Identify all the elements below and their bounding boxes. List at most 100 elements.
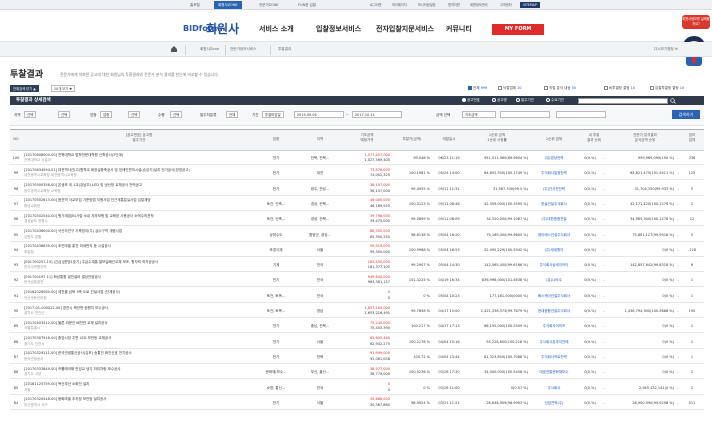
cell-title[interactable]: [20170403412-00] 물론 외문관 배전반 교체 설치공사 (24, 321, 254, 326)
toggle-search-button[interactable]: 전체검색 닫기 ▲ (10, 85, 39, 92)
cell-reg: 서울 (316, 400, 324, 405)
filter-bid-checkbox[interactable]: 입찰투결정 결정 10 (650, 85, 684, 91)
amount-min-input[interactable] (500, 111, 550, 118)
cell-my: 0(0.%) (584, 385, 596, 390)
filter-analysis-checkbox[interactable]: 직업 분석 대상 50 (544, 85, 576, 91)
radio-notice-no[interactable]: 공고번호 (462, 98, 480, 103)
tab-home-portal[interactable]: 홈포털 (186, 1, 204, 9)
amount-max-input[interactable] (556, 111, 606, 118)
tab-expert-zone[interactable]: 전문가ZONE (255, 1, 283, 9)
cell-title[interactable]: [20170634594-01] 대전역사선(고)원학교 화장실증축공사 및 장… (24, 168, 254, 173)
cell-title[interactable]: [20170307916-00] 중앙시장 주변 LED 보안등 교체공사 (24, 336, 254, 341)
cell-date: 05/04 16:20 (438, 232, 460, 237)
breadcrumb-replay-link[interactable]: 다시보기평정 ⊕ (654, 47, 678, 52)
cell-firstco[interactable]: 주식회사온추이안레 (528, 340, 580, 345)
date-to-input[interactable]: 2017-10-11 (352, 111, 402, 118)
select-amount-type[interactable]: 기초금액 (462, 111, 496, 118)
cell-title[interactable]: [20161125759-00] 복산부산 소화전 설치 (24, 382, 254, 387)
cell-ind: 전기 (272, 339, 280, 344)
cell-title[interactable]: [20170329211-00] 한국관광통신공사(김포) 송통진 화진신호 전… (24, 351, 254, 356)
my-form-button[interactable]: MY FORM (492, 24, 544, 35)
select-industry[interactable]: 업종 (100, 111, 113, 118)
select-client-type[interactable]: 전체 (226, 111, 239, 118)
breadcrumb-member-zone[interactable]: 회원사Zone (200, 47, 219, 52)
keyword-input[interactable] (578, 98, 668, 104)
cell-title[interactable]: [20170333849-00] 프롤래국해 빈성교 냉기 처리차량 보수공사 (24, 367, 254, 372)
cell-cnt: 336 (688, 156, 696, 160)
member-info-link[interactable]: 회원정보관리 (470, 2, 488, 8)
page-size-select[interactable]: 20개 보기 ▼ (51, 85, 75, 92)
home-icon[interactable] (170, 45, 180, 55)
cell-firstco[interactable]: 주식회사프로전력 (528, 355, 580, 360)
nav-bid-info[interactable]: 입찰정보서비스 (316, 24, 361, 34)
cell-firstco[interactable]: 현대종합건설주식회사 (528, 309, 580, 314)
cell-title[interactable]: [2017-01-000022-00] 경천시 북안면 청원지 보수공사 (24, 306, 254, 311)
cell-title[interactable]: [20170438839-00] 조안마을 홍천 미세먼지 등 시설공사 (24, 244, 254, 249)
breadcrumb-expert-service[interactable]: 전문가정보서비스 (230, 47, 256, 52)
cell-my: 0(0.%) (584, 171, 596, 176)
sitemap-badge[interactable]: SITEMAP (520, 2, 540, 8)
cell-date: 05/04 16:53 (438, 247, 460, 252)
cell-title[interactable]: [20170320548-00] 봉화마을 추자장 보안등 설치공사 (24, 397, 254, 402)
cell-title[interactable]: [20170436000-00] 낙산자연구 가축방지(주) 급수구역 개량사업 (24, 229, 254, 234)
cell-firstco[interactable]: (유)나라수 (528, 278, 580, 283)
cell-title[interactable]: [20170608000-00] 전북대학교 법학전문대학원 신축공사(2단계) (24, 153, 254, 158)
cell-firstco[interactable]: (주)세세원이 (528, 248, 580, 253)
cell-firstco[interactable]: 주식회사 (528, 386, 580, 391)
cell-firstco[interactable]: 베스케이건설주식회사 (528, 294, 580, 299)
cell-ana: 75,861,127(99.9918 %) (632, 232, 674, 237)
search-submit-button[interactable]: 검색하기 (672, 110, 700, 119)
nav-e-bid[interactable]: 전자입찰지문서비스 (376, 24, 434, 34)
monitoring-link[interactable]: 모니터링설정 (418, 2, 436, 8)
cell-no: 90 (13, 309, 19, 313)
my-form-label: MY FORM (504, 26, 532, 32)
cell-base: 949,640,000 (367, 274, 390, 279)
cell-firstco[interactable]: 주식회사삼세이카이 (528, 263, 580, 268)
cell-title[interactable]: [E01700197-11] 화성통합 발전설비 결상안된공사 (24, 275, 254, 280)
mypage-link[interactable]: 마이페이지 (392, 2, 407, 8)
cell-bid: 99.4935 % (411, 186, 430, 191)
cell-est: 1,027,569,400 (364, 158, 390, 162)
remote-support-link[interactable]: 원격지원 (448, 2, 460, 8)
cell-firstco[interactable]: 대호전통문화재보수 (528, 370, 580, 375)
logout-link[interactable]: 로그아웃 (370, 2, 382, 8)
checkbox-label: 전체 (473, 86, 480, 90)
cell-title[interactable]: [E01700257-15] (긴급)[한빛1호기] 주급수계통 발보일베관교체… (24, 260, 254, 265)
cell-firstco[interactable]: 주식회사아미즈 (528, 324, 580, 329)
select-status[interactable]: 선택 (170, 111, 183, 118)
breadcrumb-bid-result[interactable]: 투찰결과 (278, 47, 291, 52)
radio-notice-name[interactable]: 공고명 (492, 98, 507, 103)
cell-base: 1,657,100,000 (364, 305, 390, 310)
cell-firstco[interactable]: 주식회사일정전력 (528, 171, 580, 176)
cell-firstco[interactable]: 에이에스건설주식회사 (528, 233, 580, 238)
logo-member[interactable]: 회원사 (206, 20, 239, 37)
date-from-input[interactable]: 2015-09-04 (294, 111, 344, 118)
filter-winner-checkbox[interactable]: 낙찰업체 10 (498, 85, 521, 91)
cell-firstco[interactable]: 산업전력(주) (528, 401, 580, 406)
filter-nonbid-checkbox[interactable]: 비투결정 결정 10 (604, 85, 635, 91)
select-region-detail[interactable]: 선택 (58, 111, 71, 118)
cell-title[interactable]: [20161026080-00] 세천울 남북 3축 도로 건설사업 (단계공사… (24, 290, 254, 295)
cell-title[interactable]: [20170502613-00] 음천역 사교모집 기준방법 지원사업 인근개통… (24, 198, 254, 203)
cell-firstco[interactable]: (유)경상전력 (528, 156, 580, 161)
cell-reg: 부산, 울산... (310, 370, 330, 375)
tab-member-zone[interactable]: 회원사ZONE (214, 1, 242, 9)
customer-center-link[interactable]: 고객센터 (500, 2, 512, 8)
cell-firstco[interactable]: (주)진서전전력 (528, 187, 580, 192)
nav-service-intro[interactable]: 서비스 소개 (259, 24, 294, 34)
cell-firstco[interactable]: (주)대한종합건설 (528, 217, 580, 222)
search-icon[interactable] (670, 98, 676, 104)
cell-title[interactable]: [20170502540-00] 원가계업(B)사업 소내 지하보행 및 교육장… (24, 214, 254, 219)
tab-fun-bid[interactable]: FUN한 입찰 (294, 1, 320, 9)
radio-demand-org[interactable]: 수요기관 (546, 98, 564, 103)
cell-title[interactable]: [20170500356-00] 온샘조 외 1교(강남초) LED 및 냉난방… (24, 183, 254, 188)
select-period-type[interactable]: 투찰마감일 (262, 111, 284, 118)
cell-org: 강원도 영월 (24, 234, 42, 239)
select-region[interactable]: 선택 (24, 111, 37, 118)
cell-firstco[interactable]: 한솔건설주식회사 (528, 202, 580, 207)
select-industry-detail[interactable]: 선택 (128, 111, 141, 118)
radio-ordering-org[interactable]: 발주기관 (516, 98, 534, 103)
filter-all-checkbox[interactable]: 전체 999 (468, 85, 487, 91)
nav-community[interactable]: 커뮤니티 (446, 24, 472, 34)
cell-bid: 100.3123 % (408, 201, 430, 206)
